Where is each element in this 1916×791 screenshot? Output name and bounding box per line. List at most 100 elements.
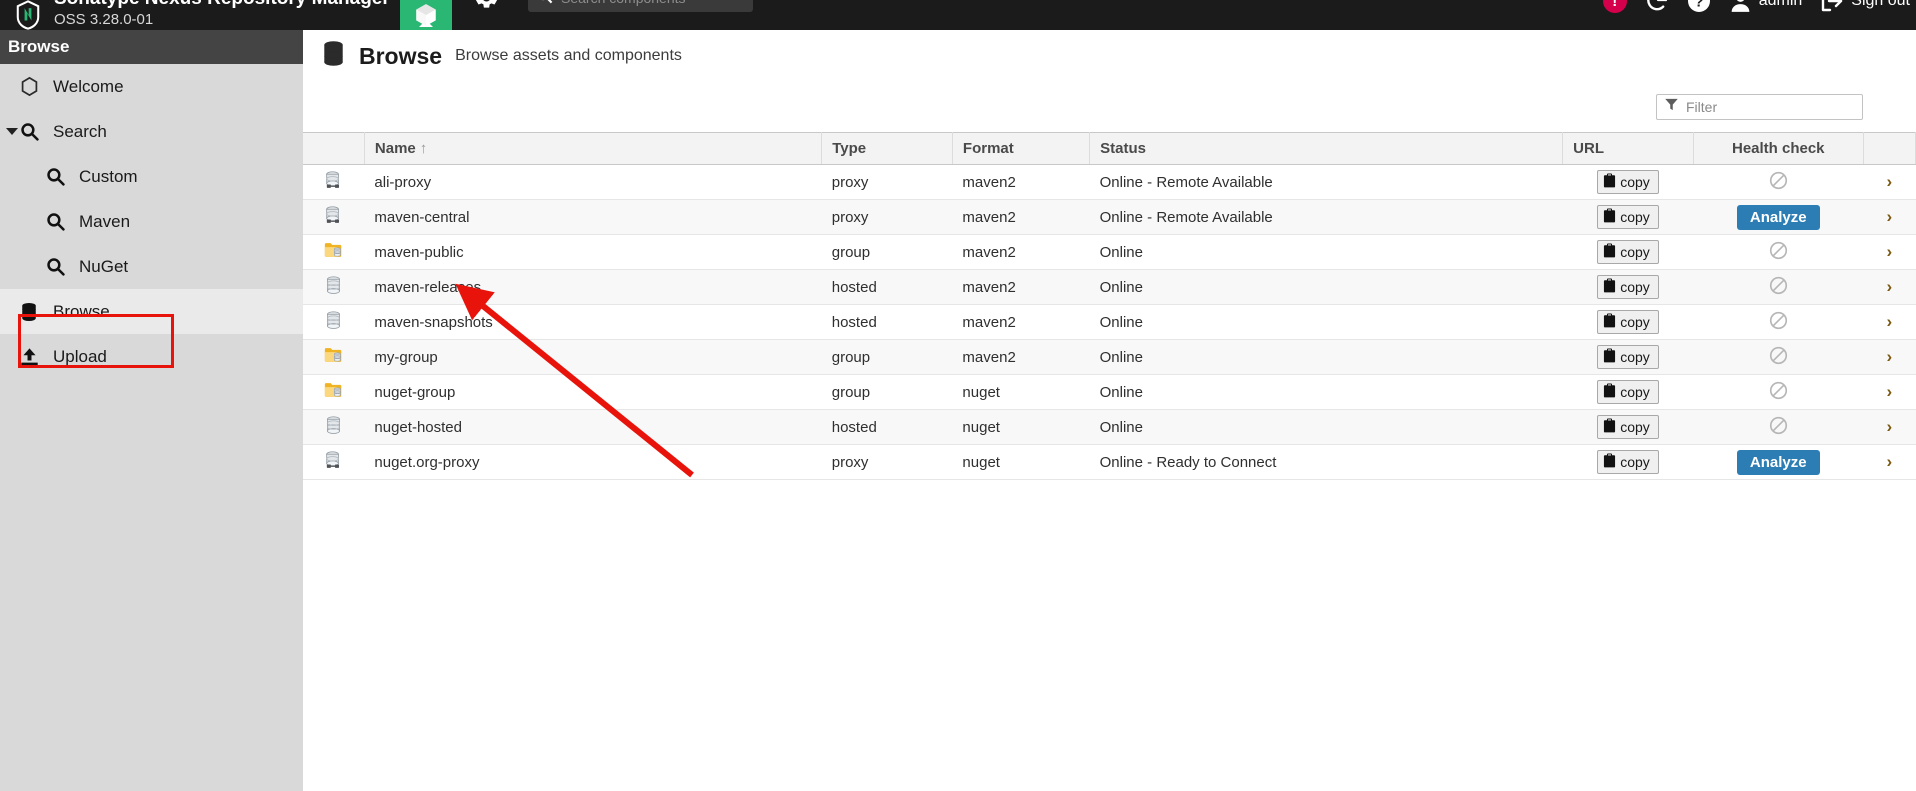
repo-url-cell: copy <box>1563 375 1694 410</box>
repo-name-cell[interactable]: nuget-group <box>364 375 821 410</box>
repo-more-cell[interactable]: › <box>1863 340 1915 375</box>
user-menu[interactable]: admin <box>1728 0 1803 14</box>
column-header-type[interactable]: Type <box>822 133 953 165</box>
repo-more-cell[interactable]: › <box>1863 305 1915 340</box>
sidebar-item-nuget[interactable]: NuGet <box>0 244 303 289</box>
copy-url-button[interactable]: copy <box>1597 380 1659 404</box>
chevron-right-icon[interactable]: › <box>1887 417 1893 436</box>
clipboard-icon <box>1603 383 1616 401</box>
chevron-right-icon[interactable]: › <box>1887 172 1893 191</box>
repo-more-cell[interactable]: › <box>1863 165 1915 200</box>
browse-nav-tab[interactable] <box>400 0 452 30</box>
repo-status-cell: Online - Remote Available <box>1090 200 1563 235</box>
copy-url-button[interactable]: copy <box>1597 345 1659 369</box>
brand[interactable]: Sonatype Nexus Repository Manager OSS 3.… <box>0 0 390 30</box>
repo-name-cell[interactable]: nuget-hosted <box>364 410 821 445</box>
search-icon <box>16 122 42 141</box>
repo-more-cell[interactable]: › <box>1863 235 1915 270</box>
repo-name-cell[interactable]: maven-central <box>364 200 821 235</box>
chevron-down-icon[interactable] <box>6 128 18 135</box>
column-header-format[interactable]: Format <box>952 133 1089 165</box>
repo-name-cell[interactable]: maven-public <box>364 235 821 270</box>
global-search-box[interactable] <box>528 0 753 12</box>
filter-box[interactable] <box>1656 94 1863 120</box>
column-header-url[interactable]: URL <box>1563 133 1694 165</box>
repo-status-cell: Online <box>1090 235 1563 270</box>
repo-type-cell: hosted <box>822 305 953 340</box>
analyze-button[interactable]: Analyze <box>1737 205 1820 230</box>
copy-url-button[interactable]: copy <box>1597 170 1659 194</box>
search-input[interactable] <box>561 0 745 6</box>
column-header-status[interactable]: Status <box>1090 133 1563 165</box>
repo-name-cell[interactable]: my-group <box>364 340 821 375</box>
search-icon <box>42 212 68 231</box>
repo-type-cell: group <box>822 235 953 270</box>
table-row[interactable]: ali-proxyproxymaven2Online - Remote Avai… <box>303 165 1916 200</box>
clipboard-icon <box>1603 173 1616 191</box>
repo-name-cell[interactable]: maven-snapshots <box>364 305 821 340</box>
repo-name-cell[interactable]: maven-releases <box>364 270 821 305</box>
copy-url-button[interactable]: copy <box>1597 240 1659 264</box>
table-row[interactable]: maven-centralproxymaven2Online - Remote … <box>303 200 1916 235</box>
user-label: admin <box>1759 0 1803 10</box>
admin-gear-button[interactable] <box>470 0 502 16</box>
repo-name-cell[interactable]: ali-proxy <box>364 165 821 200</box>
alert-badge[interactable]: ! <box>1603 0 1627 13</box>
repo-status-cell: Online - Ready to Connect <box>1090 445 1563 480</box>
analyze-button[interactable]: Analyze <box>1737 450 1820 475</box>
help-icon[interactable]: ? <box>1687 0 1711 13</box>
repo-more-cell[interactable]: › <box>1863 375 1915 410</box>
repo-more-cell[interactable]: › <box>1863 445 1915 480</box>
copy-url-button[interactable]: copy <box>1597 275 1659 299</box>
table-row[interactable]: nuget.org-proxyproxynugetOnline - Ready … <box>303 445 1916 480</box>
sidebar: Browse Welcome Search Custom <box>0 30 303 791</box>
sort-ascending-icon: ↑ <box>416 140 428 157</box>
column-header-more <box>1863 133 1915 165</box>
sidebar-item-upload[interactable]: Upload <box>0 334 303 379</box>
repo-format-cell: nuget <box>952 445 1089 480</box>
repo-more-cell[interactable]: › <box>1863 200 1915 235</box>
sidebar-item-search[interactable]: Search <box>0 109 303 154</box>
copy-label: copy <box>1620 349 1650 365</box>
chevron-right-icon[interactable]: › <box>1887 382 1893 401</box>
nexus-shield-logo-icon <box>8 0 48 30</box>
repo-health-cell <box>1693 375 1863 410</box>
table-header-row: Name↑ Type Format Status URL Health chec… <box>303 133 1916 165</box>
page-header: Browse Browse assets and components <box>303 30 1916 82</box>
sidebar-item-maven[interactable]: Maven <box>0 199 303 244</box>
copy-url-button[interactable]: copy <box>1597 450 1659 474</box>
main-content: Browse Browse assets and components Name… <box>303 30 1916 791</box>
column-header-health-check[interactable]: Health check <box>1693 133 1863 165</box>
chevron-right-icon[interactable]: › <box>1887 452 1893 471</box>
sidebar-item-custom[interactable]: Custom <box>0 154 303 199</box>
sign-out-button[interactable]: Sign out <box>1819 0 1910 13</box>
sidebar-item-label: Search <box>53 122 107 142</box>
table-row[interactable]: nuget-hostedhostednugetOnlinecopy› <box>303 410 1916 445</box>
table-row[interactable]: maven-publicgroupmaven2Onlinecopy› <box>303 235 1916 270</box>
chevron-right-icon[interactable]: › <box>1887 312 1893 331</box>
sidebar-item-browse[interactable]: Browse <box>0 289 303 334</box>
refresh-icon[interactable] <box>1644 0 1670 14</box>
chevron-right-icon[interactable]: › <box>1887 277 1893 296</box>
sidebar-item-welcome[interactable]: Welcome <box>0 64 303 109</box>
table-row[interactable]: nuget-groupgroupnugetOnlinecopy› <box>303 375 1916 410</box>
copy-url-button[interactable]: copy <box>1597 205 1659 229</box>
repo-format-cell: maven2 <box>952 270 1089 305</box>
column-header-name[interactable]: Name↑ <box>364 133 821 165</box>
repo-type-cell: proxy <box>822 200 953 235</box>
table-row[interactable]: maven-releaseshostedmaven2Onlinecopy› <box>303 270 1916 305</box>
repo-name-cell[interactable]: nuget.org-proxy <box>364 445 821 480</box>
table-row[interactable]: my-groupgroupmaven2Onlinecopy› <box>303 340 1916 375</box>
filter-input[interactable] <box>1686 99 1855 115</box>
repo-health-cell <box>1693 235 1863 270</box>
repo-more-cell[interactable]: › <box>1863 270 1915 305</box>
table-row[interactable]: maven-snapshotshostedmaven2Onlinecopy› <box>303 305 1916 340</box>
repo-more-cell[interactable]: › <box>1863 410 1915 445</box>
copy-url-button[interactable]: copy <box>1597 310 1659 334</box>
clipboard-icon <box>1603 243 1616 261</box>
chevron-right-icon[interactable]: › <box>1887 207 1893 226</box>
chevron-right-icon[interactable]: › <box>1887 347 1893 366</box>
copy-url-button[interactable]: copy <box>1597 415 1659 439</box>
chevron-right-icon[interactable]: › <box>1887 242 1893 261</box>
no-entry-icon <box>1769 311 1788 334</box>
